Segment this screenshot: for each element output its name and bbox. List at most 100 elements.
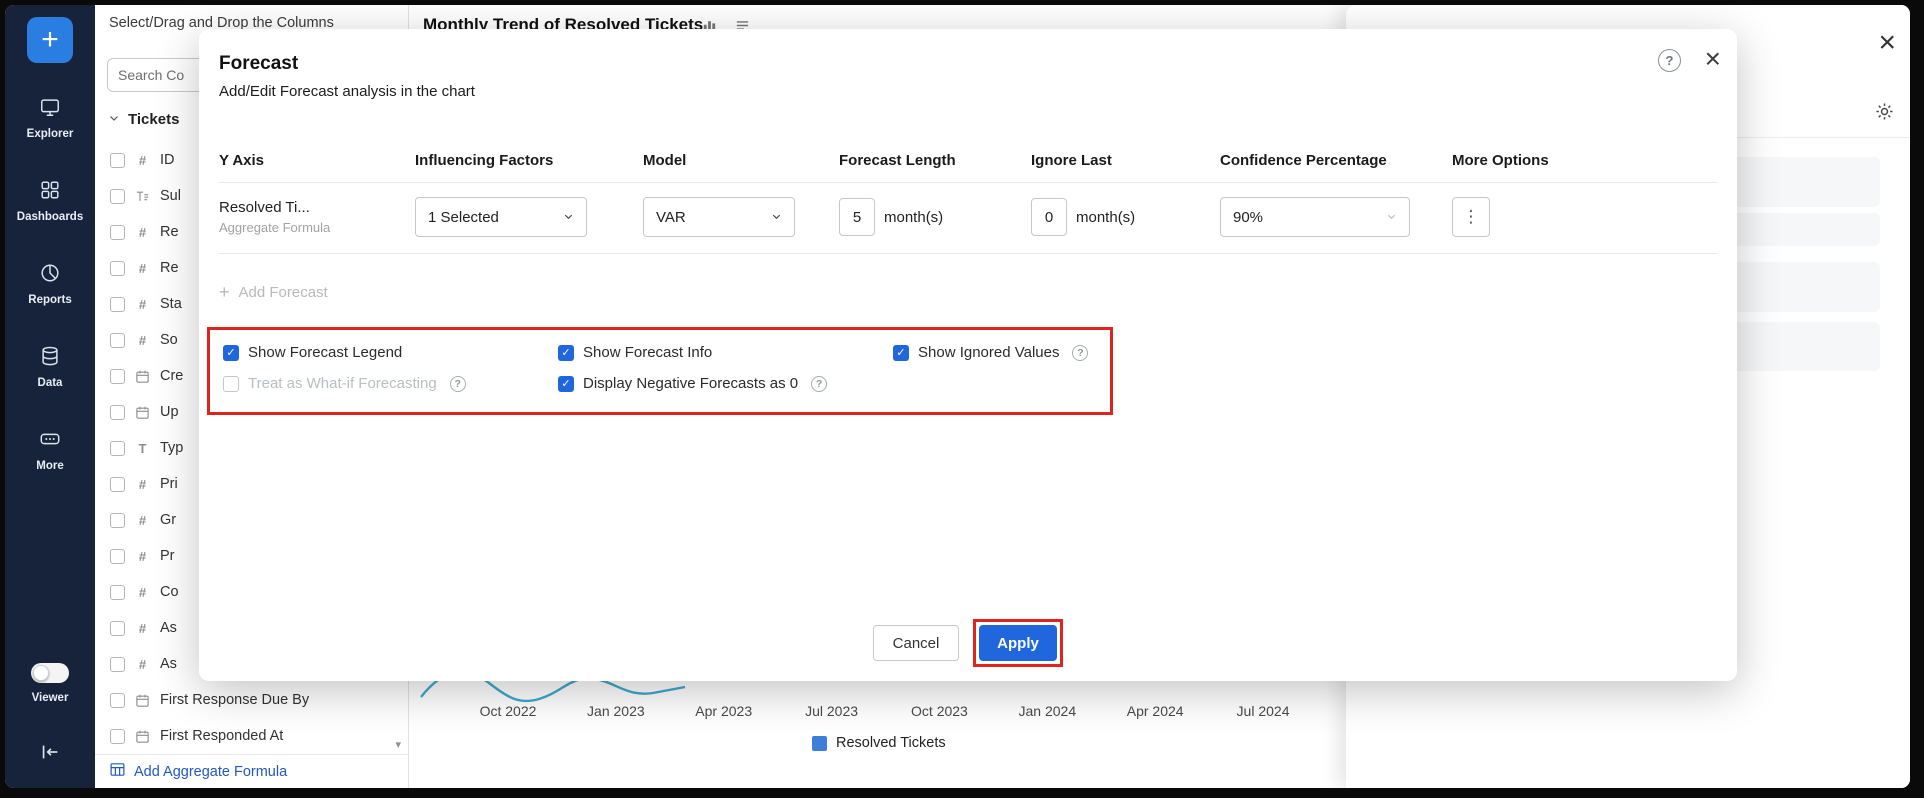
column-checkbox[interactable] [110, 441, 125, 456]
column-checkbox[interactable] [110, 693, 125, 708]
checkbox-checked-icon[interactable]: ✓ [893, 345, 909, 361]
column-checkbox[interactable] [110, 297, 125, 312]
forecast-options: ✓Show Forecast Legend✓Show Forecast Info… [210, 330, 1110, 399]
checkbox-unchecked-icon[interactable] [223, 376, 239, 392]
column-checkbox[interactable] [110, 369, 125, 384]
option-label: Display Negative Forecasts as 0 [583, 375, 798, 392]
add-aggregate-formula-button[interactable]: Add Aggregate Formula [95, 754, 408, 788]
option-show-forecast-info[interactable]: ✓ Show Forecast Info [558, 337, 893, 368]
options-highlight-annotation: ✓Show Forecast Legend✓Show Forecast Info… [207, 327, 1113, 415]
column-checkbox[interactable] [110, 477, 125, 492]
column-checkbox[interactable] [110, 405, 125, 420]
scrollbar-down-arrow[interactable]: ▾ [395, 738, 401, 751]
reports-icon [39, 262, 61, 287]
plus-icon: + [219, 282, 230, 303]
column-header-influencing-factors: Influencing Factors [415, 152, 643, 169]
confidence-percentage-select[interactable]: 90% [1220, 197, 1410, 237]
number-type-icon: # [134, 225, 151, 240]
column-label: As [160, 620, 177, 636]
chevron-down-icon [771, 209, 782, 226]
sidebar-item-reports[interactable]: Reports [17, 262, 83, 306]
textarea-type-icon [134, 189, 151, 204]
help-icon[interactable]: ? [450, 376, 466, 392]
option-label: Show Ignored Values [918, 344, 1059, 361]
add-forecast-button[interactable]: + Add Forecast [219, 282, 328, 303]
viewer-toggle[interactable] [31, 663, 69, 683]
column-checkbox[interactable] [110, 549, 125, 564]
sidebar-item-data[interactable]: Data [17, 345, 83, 389]
help-icon[interactable]: ? [1072, 345, 1088, 361]
column-checkbox[interactable] [110, 333, 125, 348]
sidebar-item-more[interactable]: More [17, 428, 83, 472]
column-header-y-axis: Y Axis [219, 152, 415, 169]
column-checkbox[interactable] [110, 513, 125, 528]
modal-footer: Cancel Apply [199, 619, 1737, 667]
create-button[interactable]: + [27, 17, 73, 63]
row-more-options-button[interactable]: ⋮ [1452, 197, 1490, 237]
column-header-more-options: More Options [1452, 152, 1717, 169]
column-item-first-response-due-by[interactable]: First Response Due By [95, 682, 408, 718]
y-axis-value: Resolved Ti... [219, 199, 415, 216]
column-checkbox[interactable] [110, 657, 125, 672]
checkbox-checked-icon[interactable]: ✓ [558, 345, 574, 361]
forecast-row: Resolved Ti... Aggregate Formula 1 Selec… [219, 183, 1717, 254]
viewer-label: Viewer [32, 692, 69, 704]
checkbox-checked-icon[interactable]: ✓ [558, 376, 574, 392]
forecast-length-input[interactable] [839, 198, 875, 236]
option-label: Show Forecast Info [583, 344, 712, 361]
more-icon [39, 428, 61, 453]
column-label: Cre [160, 368, 183, 384]
column-label: Sta [160, 296, 182, 312]
column-label: Re [160, 224, 179, 240]
close-icon[interactable]: × [1705, 43, 1721, 75]
column-label: Co [160, 584, 179, 600]
chart-legend: Resolved Tickets [812, 735, 946, 751]
column-item-first-responded-at[interactable]: First Responded At [95, 718, 408, 754]
column-checkbox[interactable] [110, 585, 125, 600]
column-header-confidence-percentage: Confidence Percentage [1220, 152, 1452, 169]
gear-icon[interactable] [1874, 101, 1895, 127]
number-type-icon: # [134, 657, 151, 672]
option-treat-as-what-if-forecasting[interactable]: Treat as What-if Forecasting? [223, 368, 558, 399]
column-checkbox[interactable] [110, 189, 125, 204]
close-panel-icon[interactable]: × [1878, 27, 1896, 59]
column-label: Gr [160, 512, 176, 528]
number-type-icon: # [134, 261, 151, 276]
column-checkbox[interactable] [110, 621, 125, 636]
influencing-factors-select[interactable]: 1 Selected [415, 197, 587, 237]
column-checkbox[interactable] [110, 729, 125, 744]
model-select[interactable]: VAR [643, 197, 795, 237]
apply-button[interactable]: Apply [979, 625, 1057, 661]
column-label: Pri [160, 476, 178, 492]
option-display-negative-forecasts-as-0[interactable]: ✓ Display Negative Forecasts as 0? [558, 368, 893, 399]
ignore-last-input[interactable] [1031, 198, 1067, 236]
number-type-icon: # [134, 585, 151, 600]
help-icon[interactable]: ? [811, 376, 827, 392]
collapse-sidebar-icon[interactable] [39, 741, 61, 768]
option-show-ignored-values[interactable]: ✓ Show Ignored Values? [893, 337, 1110, 368]
toggle-knob [33, 665, 49, 681]
column-checkbox[interactable] [110, 225, 125, 240]
column-checkbox[interactable] [110, 261, 125, 276]
column-header-model: Model [643, 152, 839, 169]
x-axis-label: Jul 2024 [1237, 703, 1290, 719]
tickets-section-toggle[interactable]: Tickets [108, 111, 179, 128]
sidebar-item-dashboards[interactable]: Dashboards [17, 179, 83, 223]
checkbox-checked-icon[interactable]: ✓ [223, 345, 239, 361]
sidebar: + Explorer Dashboards Reports Data More View… [5, 5, 95, 788]
column-checkbox[interactable] [110, 153, 125, 168]
option-show-forecast-legend[interactable]: ✓Show Forecast Legend [223, 337, 558, 368]
cancel-button[interactable]: Cancel [873, 625, 959, 661]
add-forecast-label: Add Forecast [239, 284, 328, 301]
help-icon[interactable]: ? [1658, 49, 1681, 72]
column-label: ID [160, 152, 175, 168]
chevron-down-icon [108, 111, 120, 128]
number-type-icon: # [134, 333, 151, 348]
column-label: First Response Due By [160, 692, 309, 708]
sidebar-item-explorer[interactable]: Explorer [17, 96, 83, 140]
add-aggregate-formula-label: Add Aggregate Formula [134, 764, 287, 780]
legend-label: Resolved Tickets [836, 735, 946, 751]
forecast-modal: Forecast Add/Edit Forecast analysis in t… [199, 29, 1737, 681]
x-axis-label: Oct 2022 [480, 703, 537, 719]
plus-icon: + [41, 23, 59, 57]
